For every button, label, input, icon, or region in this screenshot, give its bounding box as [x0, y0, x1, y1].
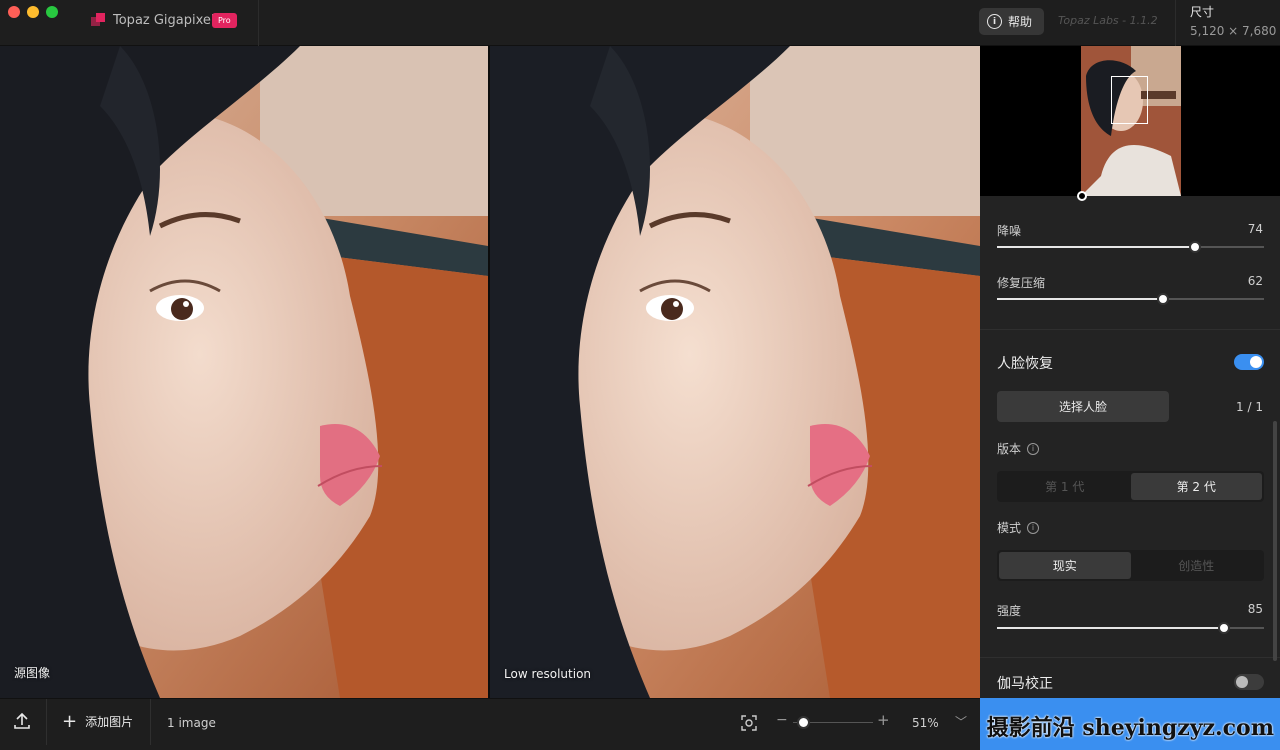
- fix-compression-slider-fill: [997, 298, 1163, 300]
- zoom-out-button[interactable]: −: [776, 712, 788, 728]
- info-icon: i: [987, 14, 1002, 29]
- version-label: 版本: [997, 442, 1022, 456]
- fix-compression-slider-knob[interactable]: [1156, 293, 1169, 305]
- sidebar-scrollbar[interactable]: [1273, 421, 1277, 661]
- source-image-pane[interactable]: 源图像: [0, 46, 488, 698]
- help-label: 帮助: [1008, 15, 1033, 29]
- version-text: Topaz Labs - 1.1.2: [1058, 14, 1158, 27]
- strength-slider-knob[interactable]: [1217, 622, 1230, 634]
- save-button[interactable]: 摄影前沿 sheyingzyz.com: [980, 698, 1280, 750]
- denoise-slider-fill: [997, 246, 1195, 248]
- settings-sidebar: 降噪 74 修复压缩 62 人脸恢复 选择人脸 1 / 1 版本 i 第 1 代…: [980, 46, 1280, 698]
- mode-realistic-option[interactable]: 现实: [999, 552, 1131, 579]
- fit-to-screen-icon[interactable]: [741, 715, 757, 731]
- title-bar: Topaz Gigapixel Pro i 帮助 Topaz Labs - 1.…: [0, 0, 1280, 46]
- app-name: Topaz Gigapixel: [113, 13, 215, 28]
- version-segmented-control: 第 1 代 第 2 代: [997, 471, 1264, 502]
- source-image-label: 源图像: [14, 666, 51, 680]
- info-icon[interactable]: i: [1027, 521, 1040, 534]
- size-label: 尺寸: [1190, 5, 1215, 19]
- zoom-in-button[interactable]: +: [877, 711, 890, 729]
- face-recovery-title: 人脸恢复: [997, 356, 1053, 372]
- navigator-handle[interactable]: [1077, 191, 1087, 201]
- chevron-down-icon[interactable]: ﹀: [955, 713, 967, 730]
- divider: [258, 0, 259, 46]
- toggle-knob: [1250, 356, 1262, 368]
- preview-image-pane[interactable]: Low resolution: [490, 46, 980, 698]
- denoise-label: 降噪: [997, 224, 1022, 238]
- upload-icon[interactable]: [12, 711, 32, 731]
- mode-label-row: 模式 i: [997, 519, 1040, 536]
- help-button[interactable]: i 帮助: [979, 8, 1044, 35]
- toggle-knob: [1236, 676, 1248, 688]
- output-size: 尺寸 5,120 × 7,680: [1175, 0, 1280, 46]
- preview-portrait-image: [490, 46, 980, 698]
- info-icon[interactable]: i: [1027, 442, 1040, 455]
- add-image-button[interactable]: + 添加图片: [62, 710, 134, 732]
- fix-compression-label: 修复压缩: [997, 276, 1046, 290]
- denoise-slider-knob[interactable]: [1188, 241, 1201, 253]
- plus-icon: +: [62, 710, 78, 732]
- divider: [980, 657, 1280, 658]
- version-gen1-option[interactable]: 第 1 代: [999, 473, 1131, 500]
- minimize-window-button[interactable]: [27, 6, 39, 18]
- mode-label: 模式: [997, 521, 1022, 535]
- denoise-slider[interactable]: [997, 241, 1264, 253]
- face-recovery-toggle[interactable]: [1234, 354, 1264, 370]
- divider: [150, 699, 151, 745]
- version-label-row: 版本 i: [997, 440, 1040, 457]
- face-count: 1 / 1: [1236, 400, 1263, 414]
- denoise-value: 74: [1247, 222, 1263, 236]
- gamma-correction-title: 伽马校正: [997, 676, 1053, 692]
- select-face-button[interactable]: 选择人脸: [997, 391, 1169, 422]
- zoom-slider-knob[interactable]: [797, 716, 810, 729]
- gamma-correction-toggle[interactable]: [1234, 674, 1264, 690]
- image-count: 1 image: [167, 716, 216, 730]
- mode-creative-option[interactable]: 创造性: [1131, 552, 1263, 579]
- bottom-toolbar: + 添加图片 1 image − + 51% ﹀: [0, 698, 980, 750]
- mode-segmented-control: 现实 创造性: [997, 550, 1264, 581]
- app-logo-icon: [91, 13, 105, 26]
- strength-value: 85: [1247, 602, 1263, 616]
- strength-slider[interactable]: [997, 622, 1264, 634]
- strength-label: 强度: [997, 604, 1022, 618]
- fix-compression-slider[interactable]: [997, 293, 1264, 305]
- add-image-label: 添加图片: [85, 715, 134, 729]
- close-window-button[interactable]: [8, 6, 20, 18]
- watermark: 摄影前沿 sheyingzyz.com: [986, 715, 1274, 741]
- fix-compression-value: 62: [1247, 274, 1263, 288]
- divider: [46, 699, 47, 745]
- size-value: 5,120 × 7,680: [1190, 24, 1277, 38]
- maximize-window-button[interactable]: [46, 6, 58, 18]
- navigator-viewport-box[interactable]: [1111, 76, 1148, 124]
- source-portrait-image: [0, 46, 488, 698]
- preview-image-label: Low resolution: [504, 667, 592, 681]
- version-gen2-option[interactable]: 第 2 代: [1130, 473, 1262, 500]
- navigator[interactable]: [980, 46, 1280, 201]
- strength-slider-fill: [997, 627, 1224, 629]
- divider: [980, 329, 1280, 330]
- pro-badge: Pro: [212, 13, 237, 28]
- zoom-value: 51%: [912, 716, 939, 730]
